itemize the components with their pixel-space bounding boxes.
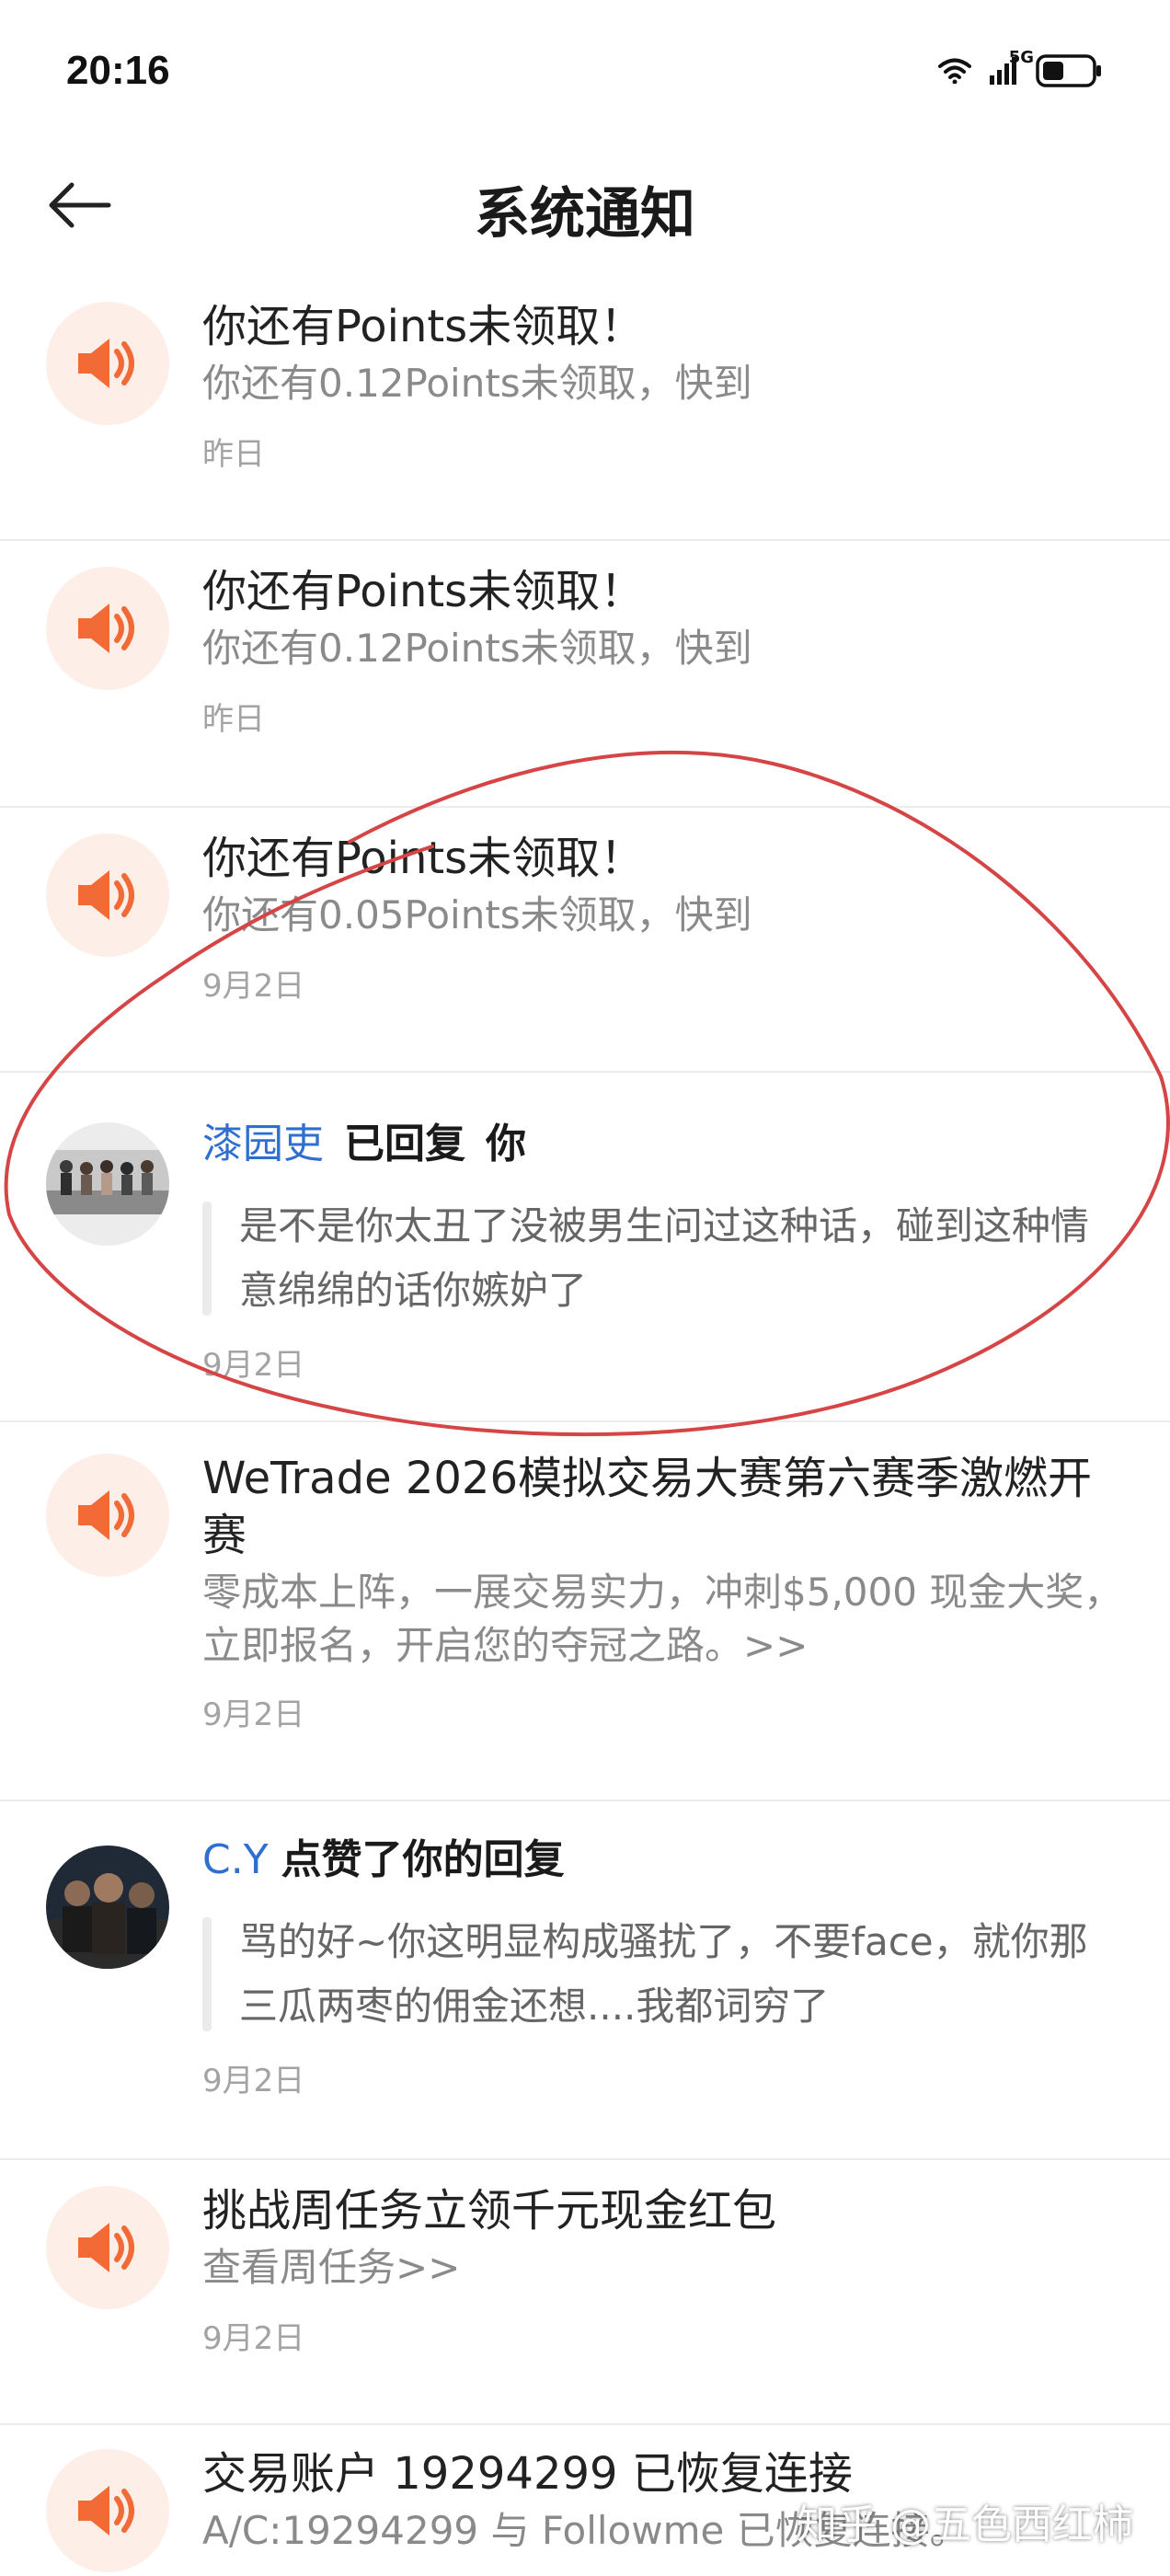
notification-desc: 零成本上阵，一展交易实力，冲刺$5,000 现金大奖，立即报名，开启您的夺冠之路… [202, 1570, 1123, 1668]
status-icons [938, 48, 1104, 94]
notification-desc: 查看周任务>> [202, 2245, 461, 2290]
notification-desc: 你还有0.05Points未领取，快到 [202, 892, 752, 937]
reply-target: 你 [486, 1121, 526, 1167]
notification-title: WeTrade 2026模拟交易大赛第六赛季激燃开赛 [202, 1453, 1093, 1561]
notification-item[interactable]: WeTrade 2026模拟交易大赛第六赛季激燃开赛 零成本上阵，一展交易实力，… [0, 1422, 1170, 1801]
like-quote: 骂的好~你这明显构成骚扰了，不要face，就你那三瓜两枣的佣金还想....我都词… [202, 1910, 1124, 2039]
notification-time: 昨日 [202, 701, 265, 738]
notification-item[interactable]: 你还有Points未领取！ 你还有0.12Points未领取，快到 昨日 [0, 276, 1170, 541]
like-quote-text: 骂的好~你这明显构成骚扰了，不要face，就你那三瓜两枣的佣金还想....我都词… [239, 1919, 1088, 2029]
speaker-icon [46, 2186, 169, 2309]
notification-time: 9月2日 [202, 2063, 305, 2099]
speaker-icon [46, 567, 169, 690]
nav-header: 系统通知 [0, 138, 1170, 276]
like-header: C.Y 点赞了你的回复 [202, 1833, 1124, 1888]
notification-item[interactable]: 挑战周任务立领千元现金红包 查看周任务>> 9月2日 [0, 2160, 1170, 2425]
status-time: 20:16 [66, 48, 170, 93]
reply-notification-item[interactable]: 漆园吏 已回复你 是不是你太丑了没被男生问过这种话，碰到这种情意绵绵的话你嫉妒了 … [0, 1073, 1170, 1422]
avatar[interactable] [46, 1122, 169, 1246]
notification-time: 9月2日 [202, 1347, 305, 1384]
notification-list: 你还有Points未领取！ 你还有0.12Points未领取，快到 昨日 你还有… [0, 276, 1170, 2572]
watermark: 知乎 @五色西红柿 [797, 2501, 1133, 2548]
wifi-icon [938, 58, 971, 84]
notification-title: 你还有Points未领取！ [202, 566, 645, 617]
speaker-icon [46, 1454, 169, 1577]
notification-title: 你还有Points未领取！ [202, 301, 645, 352]
reply-action: 已回复 [344, 1121, 465, 1167]
page-title: 系统通知 [475, 182, 695, 247]
notification-title: 你还有Points未领取！ [202, 833, 645, 884]
like-username[interactable]: C.Y [202, 1836, 269, 1883]
speaker-icon [46, 2449, 169, 2572]
quote-bar [202, 1202, 212, 1316]
speaker-icon [46, 302, 169, 425]
avatar[interactable] [46, 1846, 169, 1969]
reply-header: 漆园吏 已回复你 [202, 1117, 1124, 1172]
notification-time: 9月2日 [202, 968, 305, 1005]
battery-icon [1036, 54, 1101, 87]
like-notification-item[interactable]: C.Y 点赞了你的回复 骂的好~你这明显构成骚扰了，不要face，就你那三瓜两枣的… [0, 1801, 1170, 2160]
notification-time: 昨日 [202, 436, 265, 473]
notification-item[interactable]: 你还有Points未领取！ 你还有0.05Points未领取，快到 9月2日 [0, 808, 1170, 1073]
notification-title: 挑战周任务立领千元现金红包 [202, 2185, 777, 2237]
reply-quote-text: 是不是你太丑了没被男生问过这种话，碰到这种情意绵绵的话你嫉妒了 [239, 1203, 1090, 1313]
notification-time: 9月2日 [202, 2320, 305, 2357]
reply-username[interactable]: 漆园吏 [202, 1121, 324, 1167]
notification-desc: 你还有0.12Points未领取，快到 [202, 626, 752, 671]
quote-bar [202, 1917, 212, 2031]
notification-item[interactable]: 你还有Points未领取！ 你还有0.12Points未领取，快到 昨日 [0, 541, 1170, 808]
speaker-icon [46, 834, 169, 957]
notification-desc: 你还有0.12Points未领取，快到 [202, 361, 752, 406]
signal-icon [990, 57, 1016, 85]
notification-time: 9月2日 [202, 1696, 305, 1733]
status-bar: 20:16 5G [0, 0, 1170, 138]
reply-quote: 是不是你太丑了没被男生问过这种话，碰到这种情意绵绵的话你嫉妒了 [202, 1194, 1124, 1323]
like-action: 点赞了你的回复 [281, 1836, 565, 1883]
